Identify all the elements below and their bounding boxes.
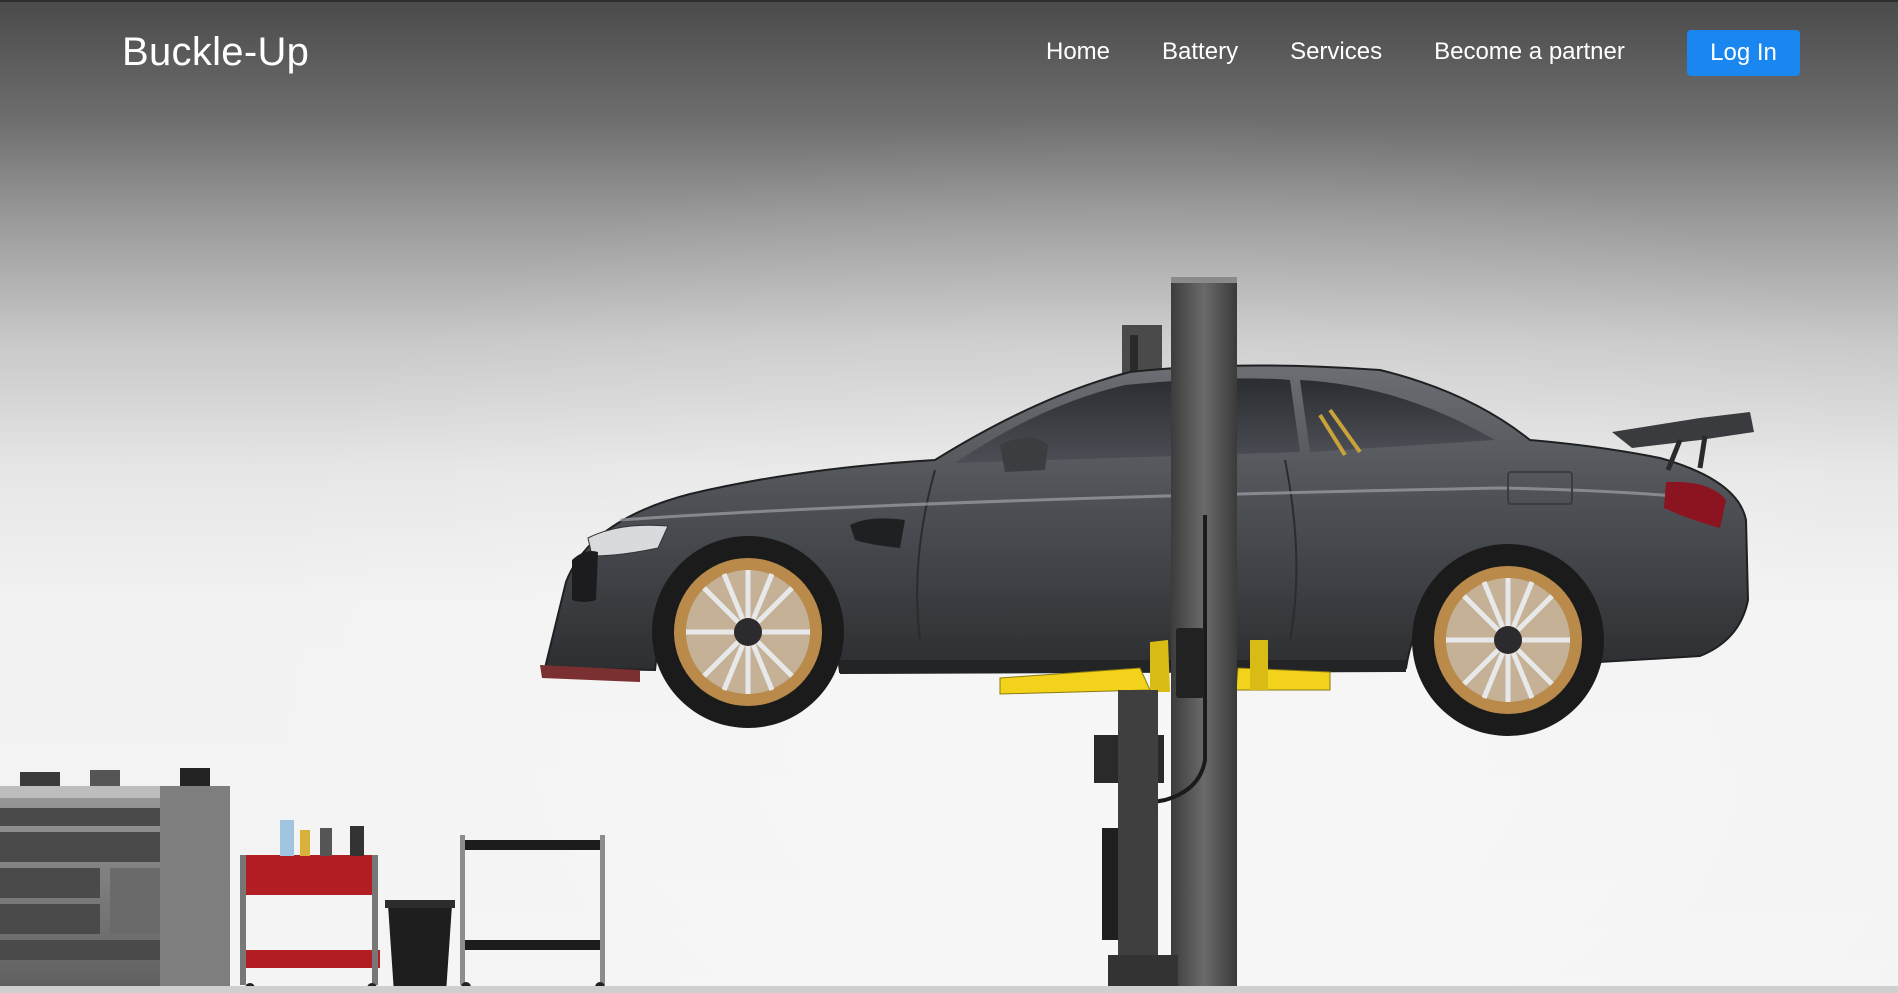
utility-cart [460,835,605,992]
tool-cabinet [0,768,230,993]
rear-wheel [1412,544,1604,736]
nav-link-services[interactable]: Services [1290,38,1382,66]
nav-links: Home Battery Services Become a partner [1046,38,1677,66]
nav-link-become-partner[interactable]: Become a partner [1434,38,1625,66]
hero-section: Buckle-Up Home Battery Services Become a… [0,0,1898,993]
tool-cart-red [240,820,380,993]
brand-logo[interactable]: Buckle-Up [122,30,309,75]
nav-link-home[interactable]: Home [1046,38,1110,66]
login-button[interactable]: Log In [1687,30,1800,76]
trash-bin [385,900,455,993]
navbar: Buckle-Up Home Battery Services Become a… [0,0,1898,110]
floor [0,986,1898,993]
hero-background-image [0,277,1898,993]
nav-link-battery[interactable]: Battery [1162,38,1238,66]
front-wheel [652,536,844,728]
